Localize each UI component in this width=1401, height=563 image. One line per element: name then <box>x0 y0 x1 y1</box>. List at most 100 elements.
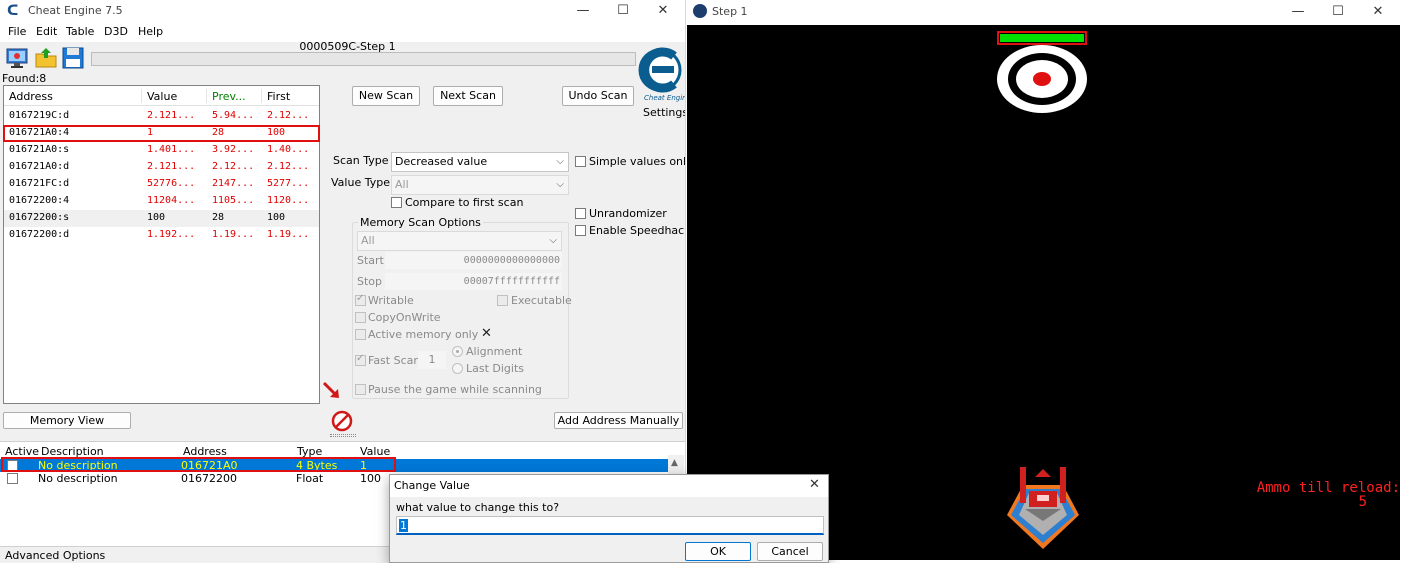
scan-results-list[interactable]: Address Value Prev... First 0167219C:d 2.… <box>3 85 320 404</box>
result-value: 100 <box>147 212 166 223</box>
simple-values-checkbox[interactable] <box>575 156 586 167</box>
result-address: 01672200:4 <box>9 195 70 206</box>
writable-label: Writable <box>368 294 414 307</box>
game-window-title: Step 1 <box>712 5 748 18</box>
scroll-up-icon[interactable]: ▲ <box>671 458 678 468</box>
dialog-title: Change Value <box>394 479 470 492</box>
ammo-count: 5 <box>1358 494 1367 510</box>
list-item[interactable]: 016721A0:s 1.401... 3.92... 1.40... <box>4 142 319 159</box>
executable-checkbox[interactable] <box>497 295 508 306</box>
minimize-icon[interactable]: — <box>563 0 603 22</box>
ok-button[interactable]: OK <box>685 542 751 561</box>
active-memory-checkbox[interactable] <box>355 329 366 340</box>
stop-sign-icon[interactable] <box>331 410 353 432</box>
next-scan-button[interactable]: Next Scan <box>433 86 503 106</box>
panel-splitter[interactable] <box>330 434 356 437</box>
value-type-select[interactable]: All ⌵ <box>391 175 569 195</box>
add-address-manually-button[interactable]: Add Address Manually <box>554 412 683 429</box>
list-item[interactable]: 01672200:d 1.192... 1.19... 1.19... <box>4 227 319 244</box>
result-previous: 3.92... <box>212 144 255 155</box>
active-checkbox[interactable] <box>7 473 18 484</box>
result-value: 1.401... <box>147 144 196 155</box>
dialog-prompt: what value to change this to? <box>396 501 560 514</box>
undo-scan-button[interactable]: Undo Scan <box>562 86 634 106</box>
advanced-options-label[interactable]: Advanced Options <box>5 549 105 562</box>
ce-titlebar: ᑕ Cheat Engine 7.5 — ☐ ✕ <box>0 0 685 22</box>
result-first: 2.12... <box>267 110 310 121</box>
result-address: 016721A0:s <box>9 144 70 155</box>
pause-game-checkbox[interactable] <box>355 384 366 395</box>
close-icon[interactable]: ✕ <box>1358 1 1398 23</box>
new-value-input[interactable]: 1 <box>396 516 824 535</box>
result-value: 1.192... <box>147 229 196 240</box>
menu-help[interactable]: Help <box>138 25 163 38</box>
fast-scan-alignment-input[interactable]: 1 <box>418 351 446 369</box>
add-to-list-arrow-icon[interactable] <box>321 380 343 402</box>
writable-checkbox[interactable] <box>355 293 366 306</box>
pause-game-label: Pause the game while scanning <box>368 383 542 396</box>
found-count: Found:8 <box>2 72 47 85</box>
start-label: Start <box>357 254 384 267</box>
last-digits-radio[interactable] <box>452 363 463 374</box>
open-process-icon[interactable] <box>5 46 29 70</box>
close-x-icon[interactable]: ✕ <box>481 326 492 341</box>
memory-region-select[interactable]: All ⌵ <box>357 231 562 251</box>
minimize-icon[interactable]: — <box>1278 1 1318 23</box>
menu-file[interactable]: File <box>8 25 26 38</box>
result-previous: 1.19... <box>212 229 255 240</box>
new-scan-button[interactable]: New Scan <box>352 86 420 106</box>
scan-type-select[interactable]: Decreased value ⌵ <box>391 152 569 172</box>
logo-caption: Cheat Engine <box>644 94 685 102</box>
process-title: 0000509C-Step 1 <box>299 40 396 53</box>
result-first: 100 <box>267 212 286 223</box>
list-item[interactable]: 0167219C:d 2.121... 5.94... 2.12... <box>4 108 319 125</box>
ce-app-icon: ᑕ <box>7 3 19 19</box>
close-icon[interactable]: ✕ <box>643 0 683 22</box>
close-icon[interactable]: ✕ <box>809 477 820 492</box>
col-previous[interactable]: Prev... <box>212 90 246 103</box>
compare-first-checkbox[interactable] <box>391 197 402 208</box>
result-previous: 28 <box>212 212 225 223</box>
list-item[interactable]: 01672200:4 11204... 1105... 1120... <box>4 193 319 210</box>
menu-d3d[interactable]: D3D <box>104 25 128 38</box>
unrandomizer-checkbox[interactable] <box>575 208 586 219</box>
alignment-radio[interactable] <box>452 346 463 357</box>
change-value-dialog: Change Value ✕ what value to change this… <box>389 474 829 563</box>
col-address[interactable]: Address <box>9 90 53 103</box>
start-address-input[interactable]: 0000000000000000 <box>385 252 562 269</box>
list-item[interactable]: 01672200:s 100 28 100 <box>4 210 319 227</box>
result-first: 5277... <box>267 178 310 189</box>
row-address: 01672200 <box>181 472 237 485</box>
menu-edit[interactable]: Edit <box>36 25 57 38</box>
cheat-engine-logo[interactable]: Cheat Engine <box>638 42 685 104</box>
target-icon <box>997 45 1087 113</box>
fast-scan-checkbox[interactable] <box>355 353 366 366</box>
list-item[interactable]: 016721A0:d 2.121... 2.12... 2.12... <box>4 159 319 176</box>
settings-link[interactable]: Settings <box>643 106 685 119</box>
result-previous: 2147... <box>212 178 255 189</box>
dialog-titlebar: Change Value ✕ <box>390 475 828 497</box>
col-first[interactable]: First <box>267 90 290 103</box>
copy-on-write-checkbox[interactable] <box>355 312 366 323</box>
memory-scan-options-title: Memory Scan Options <box>358 216 483 229</box>
memory-view-button[interactable]: Memory View <box>3 412 131 429</box>
result-first: 1120... <box>267 195 310 206</box>
speedhack-checkbox[interactable] <box>575 225 586 236</box>
row-value: 100 <box>360 472 381 485</box>
game-titlebar: Step 1 — ☐ ✕ <box>686 0 1401 24</box>
col-value[interactable]: Value <box>147 90 177 103</box>
menu-table[interactable]: Table <box>66 25 94 38</box>
list-item[interactable]: 016721FC:d 52776... 2147... 5277... <box>4 176 319 193</box>
result-previous: 2.12... <box>212 161 255 172</box>
stop-label: Stop <box>357 275 383 288</box>
chevron-down-icon: ⌵ <box>549 235 557 246</box>
cancel-button[interactable]: Cancel <box>757 542 823 561</box>
stop-address-input[interactable]: 00007fffffffffff <box>385 273 562 290</box>
result-address: 01672200:s <box>9 212 70 223</box>
maximize-icon[interactable]: ☐ <box>603 0 643 22</box>
maximize-icon[interactable]: ☐ <box>1318 1 1358 23</box>
save-icon[interactable] <box>61 46 85 70</box>
open-file-icon[interactable] <box>34 46 58 70</box>
result-address: 016721FC:d <box>9 178 70 189</box>
fast-scan-label: Fast Scan <box>368 354 421 367</box>
